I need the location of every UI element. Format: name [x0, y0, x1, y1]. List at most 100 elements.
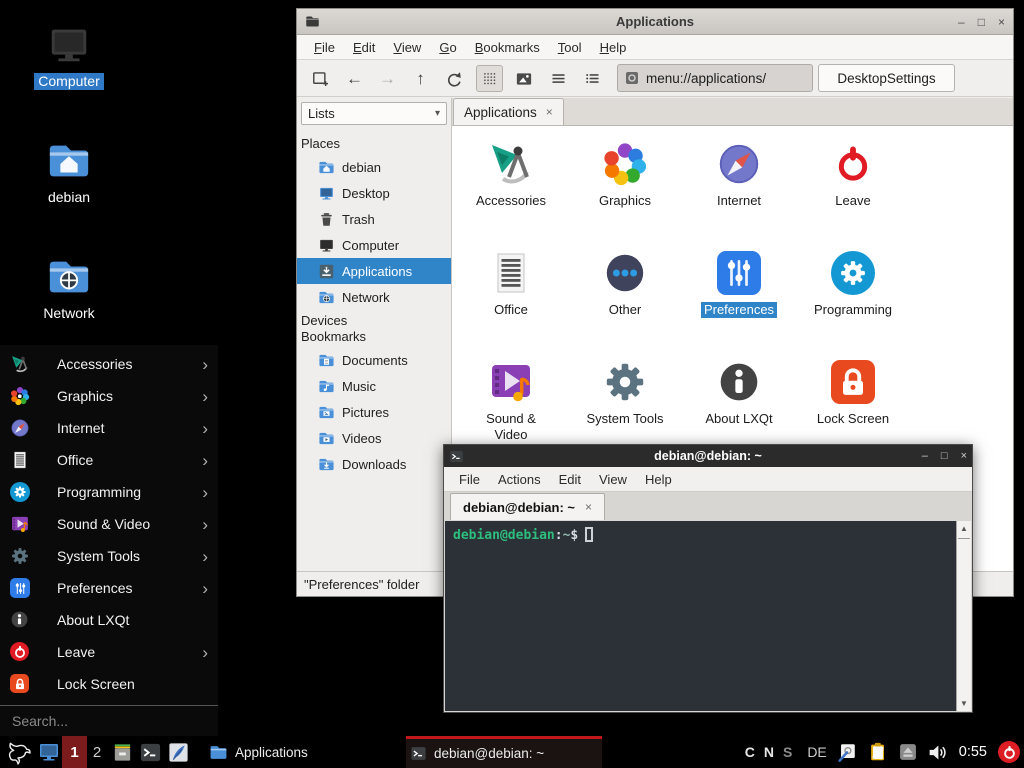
- terminal-scrollbar[interactable]: ▲ ▼: [956, 521, 971, 711]
- show-desktop-button[interactable]: [37, 736, 61, 768]
- fm-icon-accessories[interactable]: Accessories: [454, 132, 568, 241]
- desktop-icon-network[interactable]: Network: [19, 254, 119, 322]
- desktop-settings-button[interactable]: DesktopSettings: [818, 64, 955, 92]
- desktop-icon-computer[interactable]: Computer: [19, 22, 119, 90]
- menu-item-internet[interactable]: Internet ›: [0, 412, 218, 444]
- scroll-up-icon[interactable]: ▲: [957, 524, 971, 533]
- tab-close-icon[interactable]: ×: [546, 105, 553, 119]
- terminal-viewport[interactable]: debian@debian:~$: [445, 521, 971, 711]
- sidebar-item-downloads[interactable]: Downloads: [297, 451, 451, 477]
- detailed-view-button[interactable]: [579, 65, 606, 92]
- quicklaunch-file-manager[interactable]: [111, 736, 134, 768]
- power-button[interactable]: [998, 741, 1020, 763]
- maximize-button[interactable]: □: [978, 16, 985, 28]
- back-button[interactable]: ←: [341, 65, 368, 92]
- workspace-2-button[interactable]: 2: [88, 736, 106, 768]
- submenu-arrow-icon: ›: [202, 548, 208, 565]
- menu-item-lock-screen[interactable]: Lock Screen: [0, 668, 218, 700]
- fm-icon-internet[interactable]: Internet: [682, 132, 796, 241]
- fm-icon-office[interactable]: Office: [454, 241, 568, 350]
- fm-icon-sound-video[interactable]: Sound & Video: [454, 350, 568, 459]
- fm-icon-programming[interactable]: Programming: [796, 241, 910, 350]
- compact-view-button[interactable]: [545, 65, 572, 92]
- fm-icon-other[interactable]: Other: [568, 241, 682, 350]
- task-button-applications[interactable]: Applications: [205, 736, 355, 768]
- terminal-titlebar[interactable]: debian@debian: ~ – □ ×: [444, 445, 972, 467]
- menu-item-accessories[interactable]: Accessories ›: [0, 348, 218, 380]
- workspace-1-button[interactable]: 1: [62, 736, 87, 768]
- start-menu-button[interactable]: [5, 736, 31, 768]
- terminal-tab[interactable]: debian@debian: ~ ×: [450, 493, 605, 520]
- menu-edit[interactable]: Edit: [344, 37, 384, 58]
- sidebar-item-network[interactable]: Network: [297, 284, 451, 310]
- menu-help[interactable]: Help: [636, 469, 681, 490]
- fm-titlebar[interactable]: Applications – □ ×: [297, 9, 1013, 35]
- sidebar-item-documents[interactable]: Documents: [297, 347, 451, 373]
- fm-icon-about-lxqt[interactable]: About LXQt: [682, 350, 796, 459]
- close-button[interactable]: ×: [961, 451, 967, 462]
- menu-search-input[interactable]: Search...: [0, 705, 218, 736]
- menu-item-sound-video[interactable]: Sound & Video ›: [0, 508, 218, 540]
- tab-applications[interactable]: Applications ×: [453, 98, 564, 125]
- lock-icon: [829, 358, 877, 406]
- sidebar-mode-dropdown[interactable]: Lists ▾: [301, 102, 447, 125]
- tab-close-icon[interactable]: ×: [585, 500, 592, 514]
- menu-tool[interactable]: Tool: [549, 37, 591, 58]
- sidebar-item-computer[interactable]: Computer: [297, 232, 451, 258]
- fm-icon-graphics[interactable]: Graphics: [568, 132, 682, 241]
- scrollbar-thumb[interactable]: [958, 538, 970, 539]
- menu-item-preferences[interactable]: Preferences ›: [0, 572, 218, 604]
- fm-icon-lock-screen[interactable]: Lock Screen: [796, 350, 910, 459]
- thumbnail-view-button[interactable]: [510, 65, 537, 92]
- menu-edit[interactable]: Edit: [550, 469, 590, 490]
- menu-item-about-lxqt[interactable]: About LXQt: [0, 604, 218, 636]
- new-tab-button[interactable]: [307, 65, 334, 92]
- terminal-icon: [139, 741, 162, 764]
- menu-actions[interactable]: Actions: [489, 469, 550, 490]
- menu-view[interactable]: View: [590, 469, 636, 490]
- clock[interactable]: 0:55: [959, 744, 987, 760]
- minimize-button[interactable]: –: [922, 451, 928, 462]
- menu-item-leave[interactable]: Leave ›: [0, 636, 218, 668]
- menu-bookmarks[interactable]: Bookmarks: [466, 37, 549, 58]
- sidebar-item-music[interactable]: Music: [297, 373, 451, 399]
- menu-file[interactable]: File: [305, 37, 344, 58]
- menu-go[interactable]: Go: [430, 37, 465, 58]
- menu-help[interactable]: Help: [591, 37, 636, 58]
- sidebar-item-pictures[interactable]: Pictures: [297, 399, 451, 425]
- screenshot-tray-icon[interactable]: [836, 741, 858, 763]
- sidebar-item-applications[interactable]: Applications: [297, 258, 451, 284]
- task-button-terminal[interactable]: debian@debian: ~: [406, 736, 602, 768]
- address-bar[interactable]: menu://applications/: [617, 64, 813, 92]
- menu-item-office[interactable]: Office ›: [0, 444, 218, 476]
- fm-icon-system-tools[interactable]: System Tools: [568, 350, 682, 459]
- up-button[interactable]: ↑: [407, 65, 434, 92]
- reload-button[interactable]: [440, 65, 467, 92]
- menu-item-system-tools[interactable]: System Tools ›: [0, 540, 218, 572]
- home-folder-icon: [318, 159, 335, 176]
- desktop-icon-debian[interactable]: debian: [19, 138, 119, 206]
- volume-icon[interactable]: [927, 742, 948, 763]
- fm-icon-leave[interactable]: Leave: [796, 132, 910, 241]
- menu-item-programming[interactable]: Programming ›: [0, 476, 218, 508]
- keyboard-layout-indicator[interactable]: DE: [807, 744, 826, 760]
- icon-view-button[interactable]: [476, 65, 503, 92]
- menu-item-graphics[interactable]: Graphics ›: [0, 380, 218, 412]
- sidebar-item-desktop[interactable]: Desktop: [297, 180, 451, 206]
- sidebar-item-debian[interactable]: debian: [297, 154, 451, 180]
- network-folder-icon: [46, 254, 92, 300]
- clipboard-tray-icon[interactable]: [867, 741, 889, 763]
- close-button[interactable]: ×: [998, 16, 1005, 28]
- sidebar-item-trash[interactable]: Trash: [297, 206, 451, 232]
- quicklaunch-terminal[interactable]: [139, 736, 162, 768]
- scroll-down-icon[interactable]: ▼: [957, 699, 971, 708]
- forward-button[interactable]: →: [374, 65, 401, 92]
- menu-view[interactable]: View: [384, 37, 430, 58]
- eject-tray-icon[interactable]: [898, 742, 918, 762]
- maximize-button[interactable]: □: [941, 451, 948, 462]
- minimize-button[interactable]: –: [958, 16, 965, 28]
- quicklaunch-featherpad[interactable]: [167, 736, 190, 768]
- sidebar-item-videos[interactable]: Videos: [297, 425, 451, 451]
- menu-file[interactable]: File: [450, 469, 489, 490]
- fm-icon-preferences[interactable]: Preferences: [682, 241, 796, 350]
